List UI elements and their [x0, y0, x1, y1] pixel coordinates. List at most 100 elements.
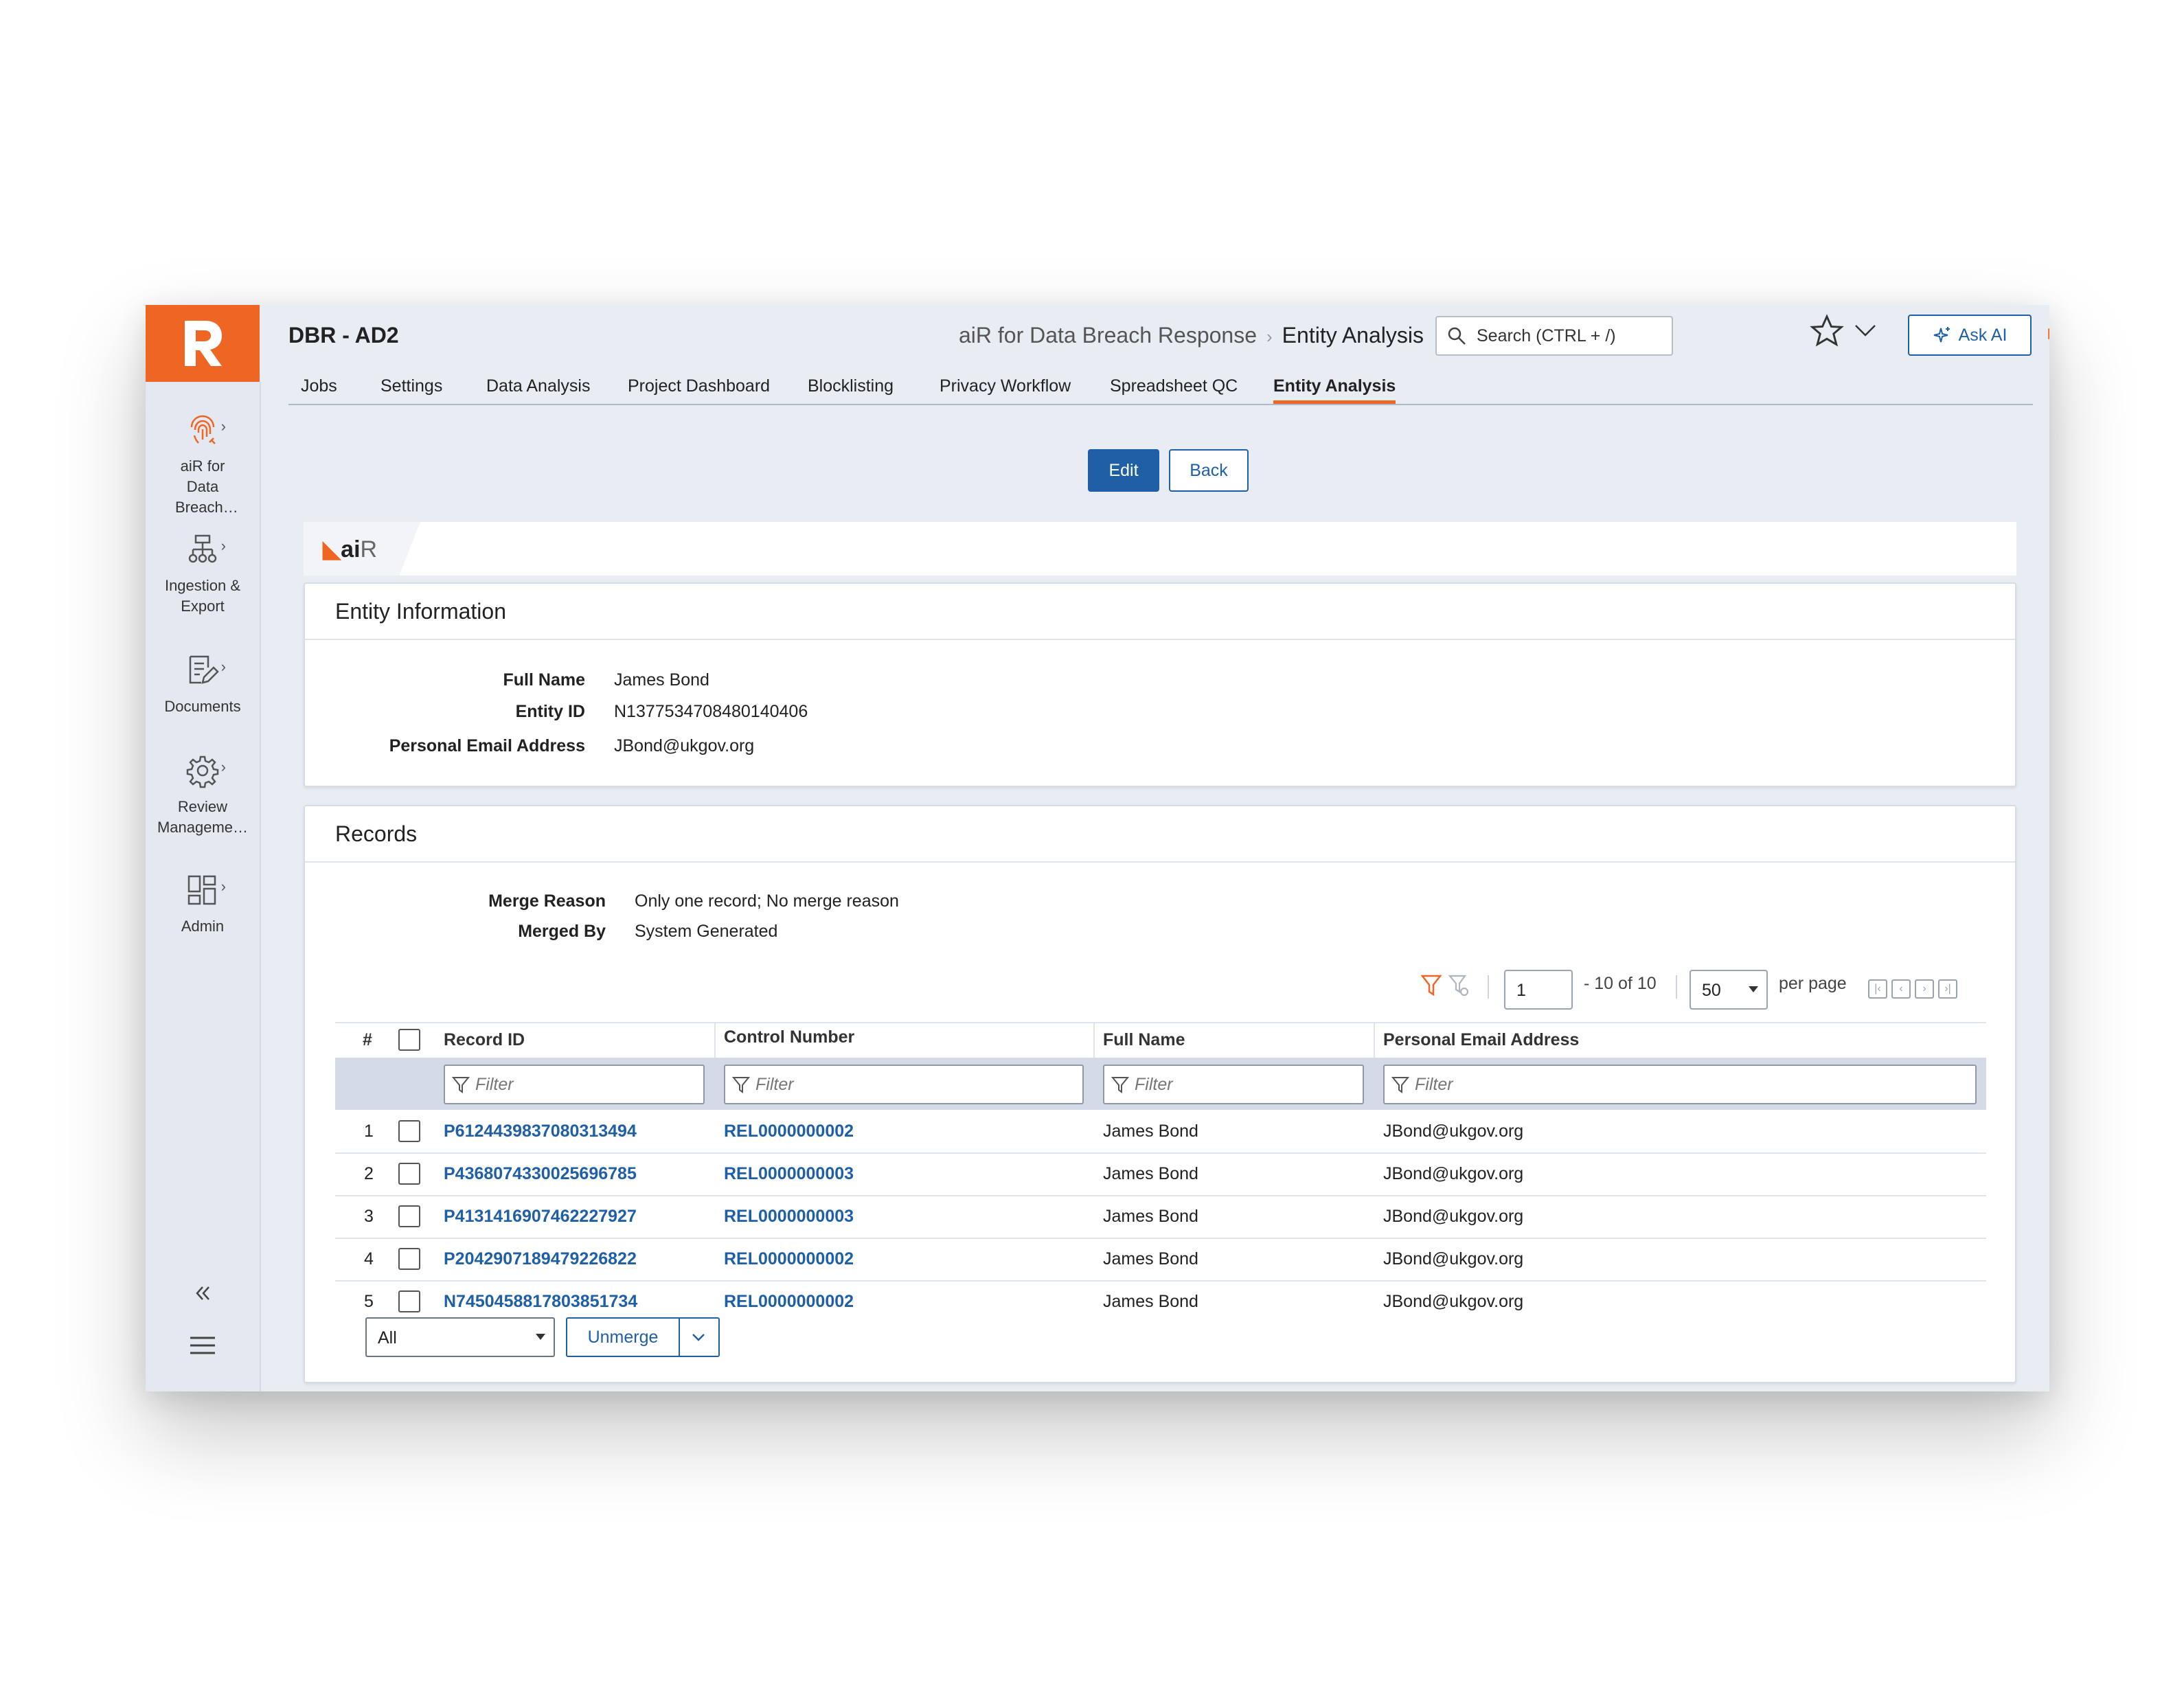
first-page-icon[interactable]: |‹: [1868, 979, 1887, 999]
record-id-filter-input[interactable]: Filter: [444, 1065, 705, 1104]
column-divider: [1093, 1022, 1095, 1058]
field-label: Personal Email Address: [389, 736, 585, 755]
card-title: Entity Information: [305, 584, 2015, 640]
column-header-number: #: [363, 1030, 372, 1049]
page-number-input[interactable]: 1: [1504, 970, 1573, 1010]
field-label: Merge Reason: [488, 891, 606, 911]
column-divider: [1374, 1022, 1375, 1058]
unmerge-dropdown-button[interactable]: [679, 1319, 718, 1356]
breadcrumb: aiR for Data Breach Response › Entity Anal…: [959, 323, 1463, 351]
per-page-label: per page: [1779, 974, 1847, 993]
tab-privacy-workflow[interactable]: Privacy Workflow: [940, 376, 1071, 402]
field-value: James Bond: [614, 670, 709, 690]
chevron-right-icon: ›: [220, 758, 226, 775]
row-checkbox[interactable]: [398, 1120, 420, 1142]
megaphone-icon[interactable]: [2045, 315, 2049, 356]
chevron-right-icon: ›: [220, 418, 226, 435]
relativity-logo[interactable]: [146, 305, 260, 382]
sidebar-item-label: Documents: [164, 698, 241, 715]
sidebar-item-label: aiR for Data Breach…: [175, 457, 238, 516]
field-label: Entity ID: [515, 702, 585, 721]
prev-page-icon[interactable]: ‹: [1891, 979, 1911, 999]
filter-icon: [732, 1077, 750, 1093]
filter-icon[interactable]: [1420, 974, 1442, 1001]
full-name-cell: James Bond: [1103, 1249, 1198, 1269]
bulk-scope-select[interactable]: All: [365, 1317, 555, 1357]
row-number: 2: [364, 1164, 374, 1183]
breadcrumb-current: Entity Analysis: [1282, 323, 1424, 348]
sidebar-item-label: Admin: [181, 918, 225, 935]
ask-ai-button[interactable]: Ask AI: [1908, 315, 2032, 356]
edit-button[interactable]: Edit: [1088, 449, 1159, 492]
tab-blocklisting[interactable]: Blocklisting: [808, 376, 894, 402]
sidebar-item-air-data-breach[interactable]: › aiR for Data Breach…: [146, 412, 260, 518]
full-name-filter-input[interactable]: Filter: [1103, 1065, 1364, 1104]
control-number-link[interactable]: REL0000000002: [724, 1280, 854, 1323]
filter-row: Filter Filter Filter Filter: [335, 1058, 1986, 1110]
chevron-right-icon: ›: [220, 658, 226, 675]
entity-information-card: Entity Information Full Name James Bond …: [304, 582, 2016, 787]
collapse-nav-button[interactable]: [146, 1283, 260, 1307]
record-id-link[interactable]: P4131416907462227927: [444, 1195, 637, 1238]
control-number-link[interactable]: REL0000000002: [724, 1110, 854, 1152]
email-cell: JBond@ukgov.org: [1383, 1249, 1524, 1269]
filter-icon: [1111, 1077, 1129, 1093]
row-checkbox[interactable]: [398, 1248, 420, 1270]
back-button[interactable]: Back: [1169, 449, 1249, 492]
chevron-right-icon: ›: [220, 537, 226, 554]
clear-filter-icon[interactable]: [1448, 974, 1470, 1001]
row-checkbox[interactable]: [398, 1205, 420, 1227]
search-input[interactable]: Search (CTRL + /): [1435, 316, 1673, 356]
column-header-full-name[interactable]: Full Name: [1103, 1022, 1185, 1058]
next-page-icon[interactable]: ›: [1915, 979, 1934, 999]
row-number: 3: [364, 1207, 374, 1226]
page-range: - 10 of 10: [1584, 974, 1657, 993]
table-row: 4 P2042907189479226822 REL0000000002 Jam…: [335, 1238, 1986, 1282]
tab-settings[interactable]: Settings: [380, 376, 442, 402]
chevron-down-icon[interactable]: [1853, 320, 1878, 344]
email-filter-input[interactable]: Filter: [1383, 1065, 1977, 1104]
record-id-link[interactable]: N7450458817803851734: [444, 1280, 637, 1323]
unmerge-split-button: Unmerge: [566, 1317, 720, 1357]
hamburger-icon: [190, 1336, 215, 1354]
last-page-icon[interactable]: ›|: [1938, 979, 1957, 999]
control-number-filter-input[interactable]: Filter: [724, 1065, 1084, 1104]
hierarchy-icon: ›: [182, 532, 226, 570]
row-checkbox[interactable]: [398, 1290, 420, 1312]
tab-entity-analysis[interactable]: Entity Analysis: [1273, 376, 1396, 404]
sidebar-item-label: Ingestion & Export: [164, 577, 241, 615]
select-all-checkbox[interactable]: [398, 1029, 420, 1051]
field-label: Merged By: [518, 922, 606, 941]
sidebar-item-documents[interactable]: › Documents: [146, 652, 260, 717]
favorites-star-icon[interactable]: [1809, 313, 1845, 352]
ask-ai-label: Ask AI: [1958, 325, 2007, 345]
filter-icon: [1391, 1077, 1409, 1093]
sidebar-item-ingestion-export[interactable]: › Ingestion & Export: [146, 532, 260, 617]
row-number: 4: [364, 1249, 374, 1269]
column-header-record-id[interactable]: Record ID: [444, 1022, 525, 1058]
tab-data-analysis[interactable]: Data Analysis: [486, 376, 590, 402]
tab-spreadsheet-qc[interactable]: Spreadsheet QC: [1110, 376, 1238, 402]
divider: [1488, 975, 1489, 999]
row-checkbox[interactable]: [398, 1163, 420, 1185]
bulk-scope-value: All: [378, 1328, 397, 1347]
sidebar-item-admin[interactable]: › Admin: [146, 872, 260, 937]
record-id-link[interactable]: P2042907189479226822: [444, 1238, 637, 1280]
breadcrumb-parent[interactable]: aiR for Data Breach Response: [959, 323, 1257, 348]
full-name-cell: James Bond: [1103, 1207, 1198, 1226]
per-page-select[interactable]: 50: [1690, 970, 1768, 1010]
sidebar-item-review-management[interactable]: › Review Manageme…: [146, 753, 260, 838]
tab-project-dashboard[interactable]: Project Dashboard: [628, 376, 770, 402]
per-page-value: 50: [1702, 981, 1721, 1000]
column-header-email[interactable]: Personal Email Address: [1383, 1022, 1579, 1058]
fingerprint-icon: ›: [182, 412, 226, 451]
control-number-link[interactable]: REL0000000003: [724, 1195, 854, 1238]
record-id-link[interactable]: P6124439837080313494: [444, 1110, 637, 1152]
control-number-link[interactable]: REL0000000002: [724, 1238, 854, 1280]
menu-button[interactable]: [146, 1335, 260, 1359]
record-id-link[interactable]: P4368074330025696785: [444, 1152, 637, 1195]
tab-jobs[interactable]: Jobs: [301, 376, 337, 402]
unmerge-button[interactable]: Unmerge: [567, 1319, 680, 1356]
column-header-control-number[interactable]: Control Number: [724, 1019, 854, 1055]
control-number-link[interactable]: REL0000000003: [724, 1152, 854, 1195]
